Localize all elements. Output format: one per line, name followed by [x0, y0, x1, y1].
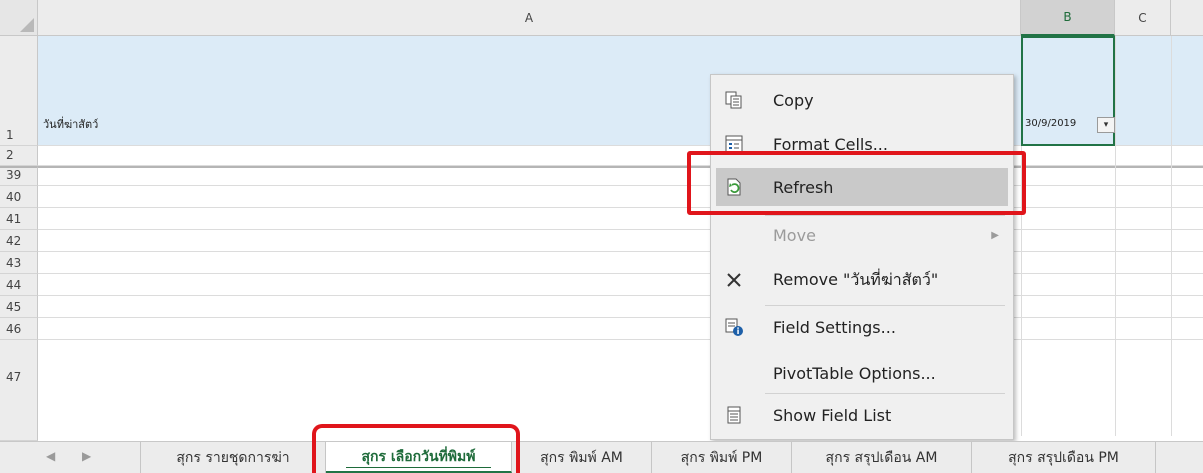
cell-a1-value[interactable]: วันที่ฆ่าสัตว์: [43, 115, 98, 133]
row-header-1[interactable]: 1: [0, 36, 38, 146]
gridline-bc: [1115, 36, 1116, 436]
tab-scroll-left-icon[interactable]: ◀: [46, 449, 55, 463]
tab-scroll-right-icon[interactable]: ▶: [82, 449, 91, 463]
menu-label-show-field-list: Show Field List: [773, 405, 892, 425]
row-43-cells[interactable]: [38, 252, 1203, 274]
sheet-tab-6[interactable]: สุกร สรุปเดือน PM: [972, 442, 1156, 473]
field-settings-icon: [723, 316, 745, 338]
filter-dropdown-icon[interactable]: ▾: [1097, 117, 1115, 133]
menu-item-pivottable-options[interactable]: PivotTable Options...: [711, 354, 1013, 392]
select-all-corner[interactable]: [0, 0, 38, 36]
row-header-39[interactable]: 39: [0, 166, 38, 186]
menu-item-field-settings[interactable]: Field Settings...: [711, 308, 1013, 346]
column-header-a[interactable]: A: [38, 0, 1021, 36]
row-44-cells[interactable]: [38, 274, 1203, 296]
row-header-2[interactable]: 2: [0, 146, 38, 166]
menu-label-move: Move: [773, 225, 816, 245]
row-header-44[interactable]: 44: [0, 274, 38, 296]
menu-item-move[interactable]: Move ▶: [711, 216, 1013, 254]
menu-item-copy[interactable]: Copy: [711, 81, 1013, 119]
row-39-cells[interactable]: [38, 166, 1203, 186]
gridline-cd: [1171, 36, 1172, 436]
menu-item-show-field-list[interactable]: Show Field List: [711, 396, 1013, 434]
row-header-46[interactable]: 46: [0, 318, 38, 340]
row-42-cells[interactable]: [38, 230, 1203, 252]
column-header-next[interactable]: [1171, 0, 1203, 36]
context-menu: Copy Format Cells... Refresh Move ▶ Remo…: [710, 74, 1014, 440]
menu-label-remove-field: Remove "วันที่ฆ่าสัตว์": [773, 269, 939, 289]
cell-b1-value[interactable]: 30/9/2019: [1025, 118, 1076, 129]
field-list-icon: [723, 404, 745, 426]
highlight-box-active-tab: [312, 424, 520, 473]
sheet-tab-5[interactable]: สุกร สรุปเดือน AM: [792, 442, 972, 473]
row-header-45[interactable]: 45: [0, 296, 38, 318]
row-2-cells[interactable]: [38, 146, 1203, 166]
row-46-cells[interactable]: [38, 318, 1203, 340]
row-40-cells[interactable]: [38, 186, 1203, 208]
menu-label-copy: Copy: [773, 90, 814, 110]
menu-label-field-settings: Field Settings...: [773, 317, 896, 337]
row-header-43[interactable]: 43: [0, 252, 38, 274]
row-header-47[interactable]: 47: [0, 340, 38, 441]
highlight-box-refresh: [687, 151, 1026, 215]
copy-icon: [723, 89, 745, 111]
menu-item-remove-field[interactable]: Remove "วันที่ฆ่าสัตว์": [711, 261, 1013, 299]
sheet-tab-3[interactable]: สุกร พิมพ์ AM: [512, 442, 652, 473]
column-header-b[interactable]: B: [1021, 0, 1115, 36]
menu-separator: [765, 393, 1005, 394]
row-header-42[interactable]: 42: [0, 230, 38, 252]
select-all-triangle-icon: [20, 18, 34, 32]
menu-label-pivottable-options: PivotTable Options...: [773, 363, 936, 383]
sheet-tab-4[interactable]: สุกร พิมพ์ PM: [652, 442, 792, 473]
row-header-40[interactable]: 40: [0, 186, 38, 208]
menu-separator: [765, 305, 1005, 306]
submenu-arrow-icon: ▶: [991, 229, 999, 241]
column-header-c[interactable]: C: [1115, 0, 1171, 36]
row-header-41[interactable]: 41: [0, 208, 38, 230]
sheet-tab-1[interactable]: สุกร รายชุดการฆ่า: [140, 442, 326, 473]
row-45-cells[interactable]: [38, 296, 1203, 318]
remove-x-icon: [723, 269, 745, 291]
row-41-cells[interactable]: [38, 208, 1203, 230]
